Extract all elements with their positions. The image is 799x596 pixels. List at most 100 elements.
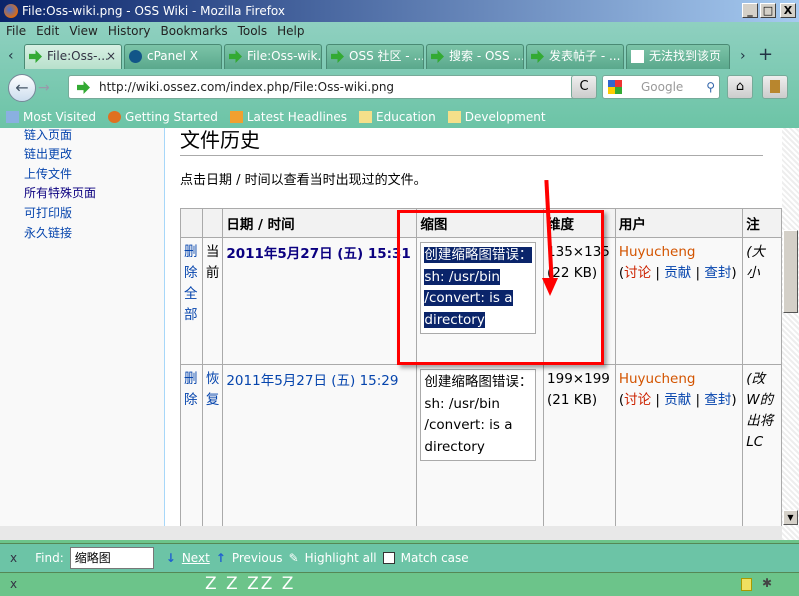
status-bar: x Z Z ZZ Z ✱ [0, 572, 799, 596]
tab-oss-community[interactable]: OSS 社区 - ... [326, 44, 424, 69]
find-label: Find: [35, 551, 64, 565]
book-icon [770, 80, 780, 93]
date-link[interactable]: 2011年5月27日 (五) 15:29 [226, 373, 398, 389]
date-link[interactable]: 2011年5月27日 (五) 15:31 [226, 246, 410, 262]
horizontal-scrollbar[interactable] [0, 526, 782, 540]
block-link[interactable]: 查封 [704, 265, 731, 281]
spy-icon[interactable]: ✱ [762, 576, 772, 590]
highlighter-icon: ✎ [288, 551, 299, 565]
user-link[interactable]: Huyucheng [619, 244, 696, 260]
find-bar: x Find: 缩略图 ↓ Next ↑ Previous ✎ Highlight a… [0, 543, 799, 572]
menu-help[interactable]: Help [277, 24, 304, 42]
sidebar-link-permalink[interactable]: 永久链接 [24, 224, 72, 241]
highlight-all-button[interactable]: Highlight all [305, 551, 377, 565]
folder-icon [359, 111, 373, 123]
bookmark-label: Latest Headlines [246, 110, 348, 124]
sidebar-link-whatlinkshere[interactable]: 链入页面 [24, 128, 72, 143]
user-link[interactable]: Huyucheng [619, 371, 696, 387]
tab-scroll-right[interactable]: › [740, 48, 746, 64]
search-input[interactable]: Google ⚲ [602, 75, 720, 99]
bookmark-label: Most Visited [23, 110, 97, 124]
tab-post[interactable]: 发表帖子 - ... [526, 44, 624, 69]
sidebar-link-upload[interactable]: 上传文件 [24, 165, 72, 182]
menu-edit[interactable]: Edit [36, 24, 59, 42]
menu-tools[interactable]: Tools [238, 24, 268, 42]
arrow-down-icon: ↓ [165, 551, 176, 565]
bookmark-latest-headlines[interactable]: Latest Headlines [229, 107, 348, 127]
page-content: 链入页面 链出更改 上传文件 所有特殊页面 可打印版 永久链接 文件历史 点击日… [0, 128, 782, 540]
tab-label: OSS 社区 - ... [349, 49, 424, 63]
talk-link[interactable]: 讨论 [624, 265, 651, 281]
reload-button[interactable]: C [571, 75, 597, 99]
contribs-link[interactable]: 贡献 [664, 265, 691, 281]
section-heading: 文件历史 [180, 128, 763, 156]
home-button[interactable]: ⌂ [727, 75, 753, 99]
tab-cpanel[interactable]: cPanel X [124, 44, 222, 69]
bookmark-education[interactable]: Education [359, 107, 436, 127]
talk-link[interactable]: 讨论 [624, 392, 651, 408]
arrow-up-icon: ↑ [215, 551, 226, 565]
file-size: (21 KB) [547, 392, 598, 408]
cpanel-icon [129, 50, 142, 63]
revert-link[interactable]: 恢复 [206, 371, 220, 408]
dimensions: 199×199 [547, 371, 610, 387]
match-case-label: Match case [400, 551, 469, 565]
delete-link[interactable]: 删除 [184, 371, 198, 408]
find-next-button[interactable]: Next [182, 551, 210, 565]
contribs-link[interactable]: 贡献 [664, 392, 691, 408]
table-row: 删除 恢复 2011年5月27日 (五) 15:29 创建缩略图错误：sh: /… [180, 364, 782, 530]
addon-icon[interactable] [741, 578, 752, 591]
tab-close-icon[interactable]: × [106, 45, 116, 68]
search-placeholder: Google [641, 80, 684, 94]
magnifier-icon[interactable]: ⚲ [706, 76, 715, 98]
menu-file[interactable]: File [6, 24, 26, 42]
menu-bookmarks[interactable]: Bookmarks [161, 24, 228, 42]
bookmark-getting-started[interactable]: Getting Started [108, 107, 218, 127]
menu-history[interactable]: History [108, 24, 151, 42]
document-icon [631, 50, 644, 63]
forward-button[interactable]: → [38, 79, 56, 97]
bookmark-most-visited[interactable]: Most Visited [6, 107, 96, 127]
tab-not-found[interactable]: 无法找到该页 [626, 44, 730, 69]
menu-bar: File Edit View History Bookmarks Tools H… [6, 24, 305, 42]
scrollbar-thumb[interactable] [783, 230, 798, 313]
find-previous-button[interactable]: Previous [232, 551, 283, 565]
tab-search[interactable]: 搜索 - OSS ... [426, 44, 524, 69]
findbar-close-button[interactable]: x [10, 551, 17, 565]
scroll-down-button[interactable]: ▼ [783, 510, 798, 525]
tab-file-oss-wiki[interactable]: File:Oss-wik... [224, 44, 322, 69]
tab-file-oss-wiki-active[interactable]: File:Oss-... × [24, 44, 122, 69]
back-button[interactable]: ← [8, 74, 36, 102]
vertical-scrollbar[interactable] [782, 128, 799, 540]
annotation-highlight-box [397, 210, 604, 365]
delete-all-link[interactable]: 删除全部 [184, 244, 198, 323]
sidebar-link-printable[interactable]: 可打印版 [24, 204, 72, 221]
minimize-button[interactable]: _ [742, 3, 758, 18]
block-link[interactable]: 查封 [704, 392, 731, 408]
window-title: File:Oss-wiki.png - OSS Wiki - Mozilla F… [22, 4, 285, 18]
close-window-button[interactable]: X [780, 3, 796, 18]
sidebar: 链入页面 链出更改 上传文件 所有特殊页面 可打印版 永久链接 [0, 128, 165, 540]
bookmark-label: Getting Started [125, 110, 218, 124]
header-state [201, 208, 224, 238]
bookmarks-button[interactable] [762, 75, 788, 99]
tab-label: cPanel X [147, 49, 199, 63]
find-input[interactable]: 缩略图 [69, 547, 154, 569]
sidebar-link-related-changes[interactable]: 链出更改 [24, 145, 72, 162]
maximize-button[interactable]: □ [760, 3, 776, 18]
tab-scroll-left[interactable]: ‹ [8, 48, 14, 64]
page-icon [29, 50, 42, 63]
google-icon [608, 80, 622, 94]
rss-icon [229, 111, 243, 123]
menu-view[interactable]: View [69, 24, 97, 42]
bookmarks-toolbar: Most Visited Getting Started Latest Head… [6, 107, 546, 127]
match-case-checkbox[interactable] [382, 552, 395, 564]
statusbar-close[interactable]: x [10, 577, 17, 591]
url-bar[interactable]: http://wiki.ossez.com/index.php/File:Oss… [68, 75, 596, 99]
url-text: http://wiki.ossez.com/index.php/File:Oss… [99, 80, 395, 94]
firefox-icon [4, 4, 18, 18]
most-visited-icon [6, 111, 19, 123]
sidebar-link-special-pages[interactable]: 所有特殊页面 [24, 184, 96, 201]
bookmark-development[interactable]: Development [447, 107, 546, 127]
new-tab-button[interactable]: + [758, 44, 773, 65]
